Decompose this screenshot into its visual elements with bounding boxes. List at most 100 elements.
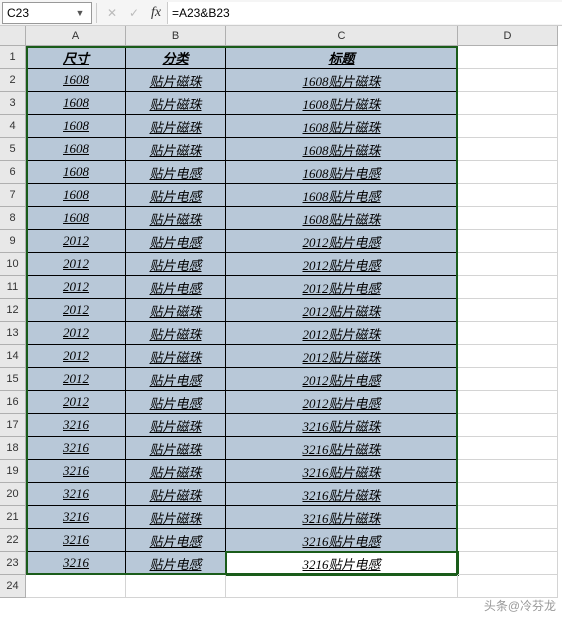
cell-A24[interactable] [26, 575, 126, 598]
cell-A3[interactable]: 1608 [26, 92, 126, 115]
cell-D9[interactable] [458, 230, 558, 253]
col-header-A[interactable]: A [26, 26, 126, 46]
cell-D23[interactable] [458, 552, 558, 575]
row-header-15[interactable]: 15 [0, 368, 26, 391]
cell-B9[interactable]: 贴片电感 [126, 230, 226, 253]
cell-D21[interactable] [458, 506, 558, 529]
row-header-16[interactable]: 16 [0, 391, 26, 414]
cell-D12[interactable] [458, 299, 558, 322]
cell-A7[interactable]: 1608 [26, 184, 126, 207]
row-header-12[interactable]: 12 [0, 299, 26, 322]
cell-C11[interactable]: 2012贴片电感 [226, 276, 458, 299]
cell-B3[interactable]: 贴片磁珠 [126, 92, 226, 115]
cell-B6[interactable]: 贴片电感 [126, 161, 226, 184]
cell-B20[interactable]: 贴片磁珠 [126, 483, 226, 506]
cell-C10[interactable]: 2012贴片电感 [226, 253, 458, 276]
cell-D6[interactable] [458, 161, 558, 184]
row-header-1[interactable]: 1 [0, 46, 26, 69]
cell-A16[interactable]: 2012 [26, 391, 126, 414]
cell-D4[interactable] [458, 115, 558, 138]
col-header-D[interactable]: D [458, 26, 558, 46]
row-header-23[interactable]: 23 [0, 552, 26, 575]
cells-area[interactable]: 尺寸分类标题1608贴片磁珠1608贴片磁珠1608贴片磁珠1608贴片磁珠16… [26, 46, 558, 598]
cell-D14[interactable] [458, 345, 558, 368]
cell-C18[interactable]: 3216贴片磁珠 [226, 437, 458, 460]
cell-C20[interactable]: 3216贴片磁珠 [226, 483, 458, 506]
cell-B2[interactable]: 贴片磁珠 [126, 69, 226, 92]
cell-A18[interactable]: 3216 [26, 437, 126, 460]
cell-C1[interactable]: 标题 [226, 46, 458, 69]
cell-A15[interactable]: 2012 [26, 368, 126, 391]
row-header-18[interactable]: 18 [0, 437, 26, 460]
row-header-14[interactable]: 14 [0, 345, 26, 368]
cell-A12[interactable]: 2012 [26, 299, 126, 322]
cell-A19[interactable]: 3216 [26, 460, 126, 483]
cell-C2[interactable]: 1608贴片磁珠 [226, 69, 458, 92]
row-header-6[interactable]: 6 [0, 161, 26, 184]
cell-C12[interactable]: 2012贴片磁珠 [226, 299, 458, 322]
cell-C7[interactable]: 1608贴片电感 [226, 184, 458, 207]
cell-B15[interactable]: 贴片电感 [126, 368, 226, 391]
cell-C14[interactable]: 2012贴片磁珠 [226, 345, 458, 368]
cell-C24[interactable] [226, 575, 458, 598]
cell-D13[interactable] [458, 322, 558, 345]
cell-A6[interactable]: 1608 [26, 161, 126, 184]
cell-C9[interactable]: 2012贴片电感 [226, 230, 458, 253]
cell-B24[interactable] [126, 575, 226, 598]
cell-B13[interactable]: 贴片磁珠 [126, 322, 226, 345]
row-header-19[interactable]: 19 [0, 460, 26, 483]
row-header-5[interactable]: 5 [0, 138, 26, 161]
cell-D1[interactable] [458, 46, 558, 69]
cell-A11[interactable]: 2012 [26, 276, 126, 299]
cell-A10[interactable]: 2012 [26, 253, 126, 276]
row-header-8[interactable]: 8 [0, 207, 26, 230]
cell-A20[interactable]: 3216 [26, 483, 126, 506]
cell-B7[interactable]: 贴片电感 [126, 184, 226, 207]
row-header-24[interactable]: 24 [0, 575, 26, 598]
row-header-7[interactable]: 7 [0, 184, 26, 207]
cell-A21[interactable]: 3216 [26, 506, 126, 529]
cell-D24[interactable] [458, 575, 558, 598]
cell-B8[interactable]: 贴片磁珠 [126, 207, 226, 230]
col-header-B[interactable]: B [126, 26, 226, 46]
cell-D8[interactable] [458, 207, 558, 230]
row-header-13[interactable]: 13 [0, 322, 26, 345]
row-header-22[interactable]: 22 [0, 529, 26, 552]
row-header-17[interactable]: 17 [0, 414, 26, 437]
cell-C6[interactable]: 1608贴片电感 [226, 161, 458, 184]
cell-B5[interactable]: 贴片磁珠 [126, 138, 226, 161]
cell-A4[interactable]: 1608 [26, 115, 126, 138]
row-header-10[interactable]: 10 [0, 253, 26, 276]
cell-C21[interactable]: 3216贴片磁珠 [226, 506, 458, 529]
row-header-9[interactable]: 9 [0, 230, 26, 253]
cell-D19[interactable] [458, 460, 558, 483]
cell-C23[interactable]: 3216贴片电感 [226, 552, 458, 575]
formula-input[interactable]: =A23&B23 [167, 2, 562, 24]
cell-B17[interactable]: 贴片磁珠 [126, 414, 226, 437]
cell-D16[interactable] [458, 391, 558, 414]
cell-B22[interactable]: 贴片电感 [126, 529, 226, 552]
row-header-2[interactable]: 2 [0, 69, 26, 92]
name-box-dropdown-icon[interactable]: ▼ [73, 8, 87, 18]
cell-B10[interactable]: 贴片电感 [126, 253, 226, 276]
fx-button[interactable]: fx [145, 2, 167, 24]
cell-B23[interactable]: 贴片电感 [126, 552, 226, 575]
cell-B11[interactable]: 贴片电感 [126, 276, 226, 299]
cell-D18[interactable] [458, 437, 558, 460]
cell-D22[interactable] [458, 529, 558, 552]
cell-C13[interactable]: 2012贴片磁珠 [226, 322, 458, 345]
cell-B21[interactable]: 贴片磁珠 [126, 506, 226, 529]
cell-C8[interactable]: 1608贴片磁珠 [226, 207, 458, 230]
cell-D2[interactable] [458, 69, 558, 92]
cell-B16[interactable]: 贴片电感 [126, 391, 226, 414]
cell-B1[interactable]: 分类 [126, 46, 226, 69]
select-all-corner[interactable] [0, 26, 26, 46]
cell-A5[interactable]: 1608 [26, 138, 126, 161]
cell-B18[interactable]: 贴片磁珠 [126, 437, 226, 460]
cell-D20[interactable] [458, 483, 558, 506]
cell-A14[interactable]: 2012 [26, 345, 126, 368]
cell-B4[interactable]: 贴片磁珠 [126, 115, 226, 138]
cell-B19[interactable]: 贴片磁珠 [126, 460, 226, 483]
cell-A2[interactable]: 1608 [26, 69, 126, 92]
cell-A17[interactable]: 3216 [26, 414, 126, 437]
